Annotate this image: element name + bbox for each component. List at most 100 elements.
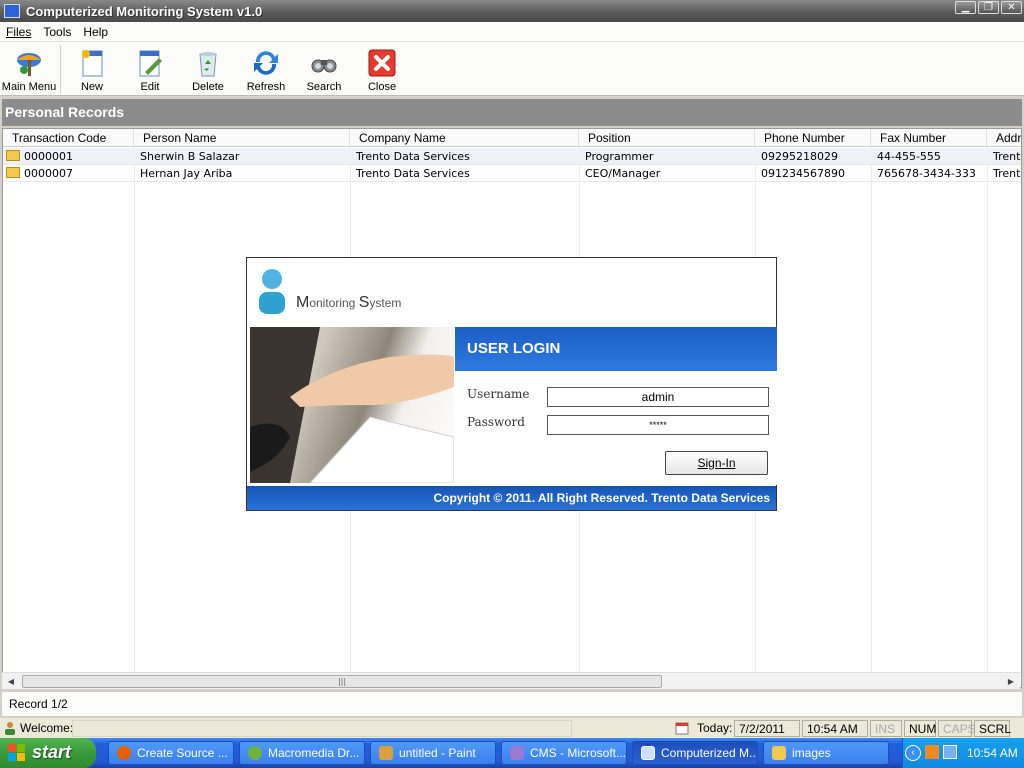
close-window-button[interactable]: ✕: [1001, 1, 1022, 14]
dreamweaver-icon: [248, 746, 262, 760]
close-label: Close: [367, 81, 397, 93]
firefox-icon: [117, 746, 131, 760]
task-firefox[interactable]: Create Source ...: [108, 741, 234, 765]
menu-tools[interactable]: Tools: [37, 25, 77, 39]
cell-company-name: Trento Data Services: [356, 167, 470, 180]
title-bar: Computerized Monitoring System v1.0 ▁ ❐ …: [0, 0, 1024, 22]
tray-expand-icon[interactable]: ‹: [905, 745, 921, 761]
cell-person-name: Sherwin B Salazar: [140, 150, 240, 163]
menu-files[interactable]: Files: [0, 25, 37, 39]
delete-button[interactable]: Delete: [179, 42, 237, 96]
ins-indicator: INS: [870, 720, 902, 737]
column-header-fax-number[interactable]: Fax Number: [871, 129, 987, 147]
table-row[interactable]: 0000007 Hernan Jay Ariba Trento Data Ser…: [3, 165, 1021, 182]
scroll-right-arrow[interactable]: ▶: [1005, 675, 1017, 688]
today-label: Today:: [697, 721, 733, 735]
hand-laptop-photo: [250, 327, 454, 483]
user-avatar-icon: [256, 268, 288, 316]
sign-in-button[interactable]: Sign-In: [665, 451, 768, 475]
user-icon: [4, 721, 16, 735]
cell-transaction-code: 0000007: [3, 165, 134, 182]
password-input[interactable]: *****: [547, 415, 769, 435]
logo-text: Monitoring System: [296, 294, 402, 311]
toolbar-separator: [60, 45, 61, 93]
welcome-panel: [72, 720, 572, 737]
refresh-icon: [251, 48, 281, 78]
cell-position: CEO/Manager: [585, 167, 661, 180]
minimize-button[interactable]: ▁: [955, 1, 976, 14]
username-input[interactable]: admin: [547, 387, 769, 407]
column-header-position[interactable]: Position: [579, 129, 755, 147]
scrollbar-thumb[interactable]: |||: [22, 675, 662, 688]
main-menu-button[interactable]: Main Menu: [0, 42, 58, 96]
new-label: New: [80, 81, 103, 93]
new-button[interactable]: New: [63, 42, 121, 96]
network-icon[interactable]: [943, 745, 957, 759]
task-paint[interactable]: untitled - Paint: [370, 741, 496, 765]
column-header-person-name[interactable]: Person Name: [134, 129, 350, 147]
cell-address: Trent: [993, 167, 1021, 180]
num-indicator: NUM: [904, 720, 936, 737]
task-dreamweaver[interactable]: Macromedia Dr...: [239, 741, 365, 765]
grid-line: [987, 147, 988, 677]
status-bar: Welcome: Today: 7/2/2011 10:54 AM INS NU…: [0, 718, 1024, 738]
edit-label: Edit: [140, 81, 160, 93]
edit-button[interactable]: Edit: [121, 42, 179, 96]
password-label: Password: [467, 415, 525, 429]
main-menu-icon: [14, 48, 44, 78]
task-computerized-monitoring[interactable]: Computerized M...: [632, 741, 758, 765]
windows-flag-icon: [8, 744, 26, 762]
username-label: Username: [467, 387, 530, 401]
new-document-icon: [77, 48, 107, 78]
cell-address: Trent: [993, 150, 1021, 163]
tray-app-icon[interactable]: [925, 745, 939, 759]
cell-company-name: Trento Data Services: [356, 150, 470, 163]
window-title: Computerized Monitoring System v1.0: [26, 3, 263, 19]
menu-bar: Files Tools Help: [0, 22, 1024, 42]
cell-phone-number: 091234567890: [761, 167, 845, 180]
menu-help[interactable]: Help: [77, 25, 114, 39]
scroll-left-arrow[interactable]: ◀: [5, 675, 17, 688]
close-icon: [367, 48, 397, 78]
start-label: start: [32, 742, 72, 762]
folder-icon: [772, 746, 786, 760]
taskbar-clock[interactable]: 10:54 AM: [967, 746, 1018, 760]
app-window-icon: [641, 746, 655, 760]
cell-transaction-code: 0000001: [3, 148, 134, 165]
toolbar: Main Menu New Edit Delete Refresh Search: [0, 42, 1024, 96]
column-header-transaction-code[interactable]: Transaction Code: [3, 129, 134, 147]
folder-icon: [6, 167, 20, 178]
search-button[interactable]: Search: [295, 42, 353, 96]
column-header-company-name[interactable]: Company Name: [350, 129, 579, 147]
login-form: USER LOGIN Username admin Password *****…: [455, 327, 777, 485]
cell-person-name: Hernan Jay Ariba: [140, 167, 233, 180]
cell-fax-number: 44-455-555: [877, 150, 941, 163]
task-visual-studio[interactable]: CMS - Microsoft...: [501, 741, 627, 765]
task-images-folder[interactable]: images: [763, 741, 889, 765]
close-button[interactable]: Close: [353, 42, 411, 96]
scrl-indicator: SCRL: [974, 720, 1011, 737]
folder-icon: [6, 150, 20, 161]
record-counter: Record 1/2: [2, 692, 1022, 716]
horizontal-scrollbar[interactable]: ◀ ||| ▶: [2, 672, 1020, 689]
copyright-footer: Copyright © 2011. All Right Reserved. Tr…: [247, 486, 776, 510]
welcome-label: Welcome:: [20, 721, 74, 735]
column-header-address[interactable]: Addr: [987, 129, 1021, 147]
column-header-phone-number[interactable]: Phone Number: [755, 129, 871, 147]
delete-label: Delete: [192, 81, 224, 93]
main-menu-label: Main Menu: [1, 81, 57, 93]
login-dialog: Monitoring System USER LOGIN Username ad…: [246, 257, 777, 511]
calendar-icon: [675, 721, 689, 735]
caps-indicator: CAPS: [938, 720, 976, 737]
visual-studio-icon: [510, 746, 524, 760]
maximize-button[interactable]: ❐: [978, 1, 999, 14]
start-button[interactable]: start: [0, 738, 96, 768]
table-row[interactable]: 0000001 Sherwin B Salazar Trento Data Se…: [3, 148, 1021, 165]
paint-icon: [379, 746, 393, 760]
search-label: Search: [306, 81, 342, 93]
refresh-button[interactable]: Refresh: [237, 42, 295, 96]
system-tray: ‹ 10:54 AM: [902, 738, 1024, 768]
taskbar: start Create Source ... Macromedia Dr...…: [0, 738, 1024, 768]
grid-line: [871, 147, 872, 677]
refresh-label: Refresh: [246, 81, 286, 93]
